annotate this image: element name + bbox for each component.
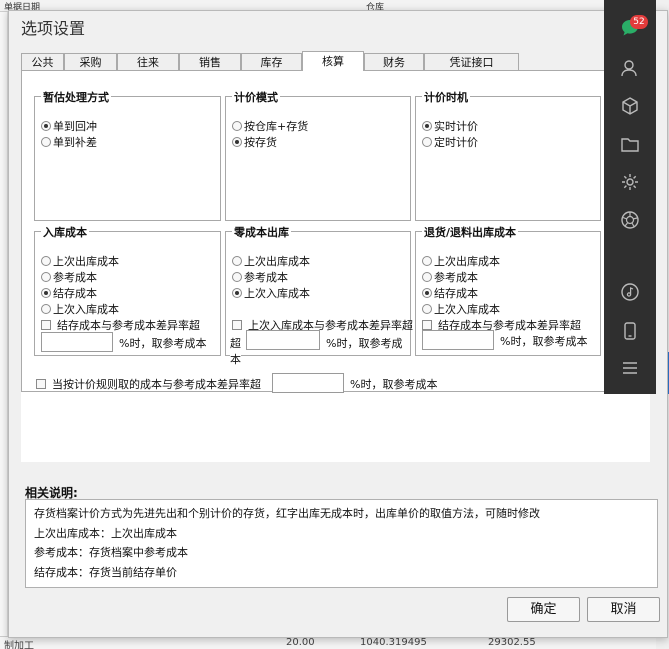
radio-icon[interactable] (41, 288, 51, 298)
radio-icon[interactable] (422, 256, 432, 266)
return-variance-suffix: %时，取参考成本 (500, 335, 588, 348)
input-inbound-variance[interactable] (41, 332, 113, 352)
group-title: 计价模式 (232, 89, 280, 105)
group-estimate-method: 暂估处理方式 单到回冲 单到补差 (34, 89, 221, 221)
radio-estimate-reverse[interactable]: 单到回冲 (41, 118, 97, 134)
radio-icon[interactable] (422, 137, 432, 147)
radio-icon[interactable] (422, 304, 432, 314)
ok-button[interactable]: 确定 (507, 597, 580, 622)
description-line: 结存成本：存货当前结存单价 (34, 565, 177, 579)
radio-return-reference[interactable]: 参考成本 (422, 269, 478, 285)
phone-icon[interactable] (620, 321, 640, 341)
tab-purchase[interactable]: 采购 (64, 53, 117, 71)
panel-blank-area (21, 392, 650, 462)
cube-icon[interactable] (620, 96, 640, 116)
input-return-variance[interactable] (422, 330, 494, 350)
contacts-icon[interactable] (620, 58, 640, 78)
tab-inventory[interactable]: 库存 (241, 53, 302, 71)
radio-icon[interactable] (232, 121, 242, 131)
zero-variance-prefix: 超 (230, 337, 241, 350)
background-left-column (0, 12, 8, 649)
tab-contacts[interactable]: 往来 (117, 53, 179, 71)
bg-row-value: 1040.319495 (360, 637, 427, 648)
pricing-rule-variance-suffix: %时，取参考成本 (350, 378, 438, 391)
group-pricing-mode: 计价模式 按仓库+存货 按存货 (225, 89, 411, 221)
radio-icon[interactable] (41, 137, 51, 147)
tab-finance[interactable]: 财务 (364, 53, 424, 71)
bg-row-value: 29302.55 (488, 637, 536, 648)
radio-icon[interactable] (232, 272, 242, 282)
tab-common[interactable]: 公共 (21, 53, 64, 71)
radio-icon[interactable] (232, 288, 242, 298)
radio-return-balance[interactable]: 结存成本 (422, 285, 478, 301)
radio-icon[interactable] (41, 272, 51, 282)
radio-zero-reference[interactable]: 参考成本 (232, 269, 288, 285)
group-title: 入库成本 (41, 224, 89, 240)
description-line: 上次出库成本：上次出库成本 (34, 526, 177, 540)
group-title: 零成本出库 (232, 224, 291, 240)
input-zero-variance[interactable] (246, 330, 320, 350)
description-line: 参考成本：存货档案中参考成本 (34, 546, 188, 559)
floating-sidebar: 52 (604, 0, 656, 394)
radio-zero-last-out[interactable]: 上次出库成本 (232, 253, 310, 269)
tab-accounting[interactable]: 核算 (302, 51, 364, 71)
bg-row-label: 制加工 (4, 641, 34, 649)
settings-icon[interactable] (620, 172, 640, 192)
input-pricing-rule-variance[interactable] (272, 373, 344, 393)
radio-pricing-warehouse-item[interactable]: 按仓库+存货 (232, 118, 308, 134)
radio-estimate-difference[interactable]: 单到补差 (41, 134, 97, 150)
bg-row-value: 20.00 (286, 637, 315, 648)
group-pricing-timing: 计价时机 实时计价 定时计价 (415, 89, 601, 221)
radio-inbound-reference[interactable]: 参考成本 (41, 269, 97, 285)
menu-icon[interactable] (620, 358, 640, 378)
radio-timing-scheduled[interactable]: 定时计价 (422, 134, 478, 150)
description-line: 存货档案计价方式为先进先出和个别计价的存货，红字出库无成本时，出库单价的取值方法… (34, 507, 540, 520)
radio-icon[interactable] (422, 121, 432, 131)
zero-variance-suffix: %时，取参考成 (326, 337, 403, 350)
group-title: 计价时机 (422, 89, 470, 105)
tab-voucher-interface[interactable]: 凭证接口 (424, 53, 519, 71)
aperture-icon[interactable] (620, 210, 640, 230)
folder-icon[interactable] (620, 134, 640, 154)
radio-pricing-item[interactable]: 按存货 (232, 134, 277, 150)
radio-icon[interactable] (41, 121, 51, 131)
radio-timing-realtime[interactable]: 实时计价 (422, 118, 478, 134)
radio-inbound-last-in[interactable]: 上次入库成本 (41, 301, 119, 317)
check-inbound-variance[interactable]: 结存成本与参考成本差异率超 (41, 317, 200, 333)
music-icon[interactable] (620, 282, 640, 302)
group-inbound-cost: 入库成本 上次出库成本 参考成本 结存成本 上次入库成本 结存成本与参考成本差异… (34, 224, 221, 356)
group-return-cost: 退货/退料出库成本 上次出库成本 参考成本 结存成本 上次入库成本 结存成本与参… (415, 224, 601, 356)
radio-inbound-last-out[interactable]: 上次出库成本 (41, 253, 119, 269)
group-title: 暂估处理方式 (41, 89, 111, 105)
check-pricing-rule-variance[interactable]: 当按计价规则取的成本与参考成本差异率超 (36, 376, 261, 392)
radio-icon[interactable] (41, 256, 51, 266)
cancel-button[interactable]: 取消 (587, 597, 660, 622)
checkbox-icon[interactable] (41, 320, 51, 330)
radio-icon[interactable] (422, 272, 432, 282)
radio-inbound-balance[interactable]: 结存成本 (41, 285, 97, 301)
group-title: 退货/退料出库成本 (422, 224, 519, 240)
checkbox-icon[interactable] (36, 379, 46, 389)
checkbox-icon[interactable] (232, 320, 242, 330)
radio-icon[interactable] (422, 288, 432, 298)
radio-return-last-in[interactable]: 上次入库成本 (422, 301, 500, 317)
checkbox-icon[interactable] (422, 320, 432, 330)
unread-badge: 52 (630, 15, 648, 29)
radio-icon[interactable] (232, 137, 242, 147)
radio-return-last-out[interactable]: 上次出库成本 (422, 253, 500, 269)
description-box: 存货档案计价方式为先进先出和个别计价的存货，红字出库无成本时，出库单价的取值方法… (25, 499, 658, 588)
radio-icon[interactable] (41, 304, 51, 314)
group-zero-cost-out: 零成本出库 上次出库成本 参考成本 上次入库成本 上次入库成本与参考成本差异率超… (225, 224, 413, 367)
dialog-title: 选项设置 (21, 19, 86, 38)
inbound-variance-suffix: %时，取参考成本 (119, 337, 207, 350)
zero-variance-wrap: 本 (230, 351, 241, 367)
radio-icon[interactable] (232, 256, 242, 266)
radio-zero-last-in[interactable]: 上次入库成本 (232, 285, 310, 301)
tab-sales[interactable]: 销售 (179, 53, 241, 71)
